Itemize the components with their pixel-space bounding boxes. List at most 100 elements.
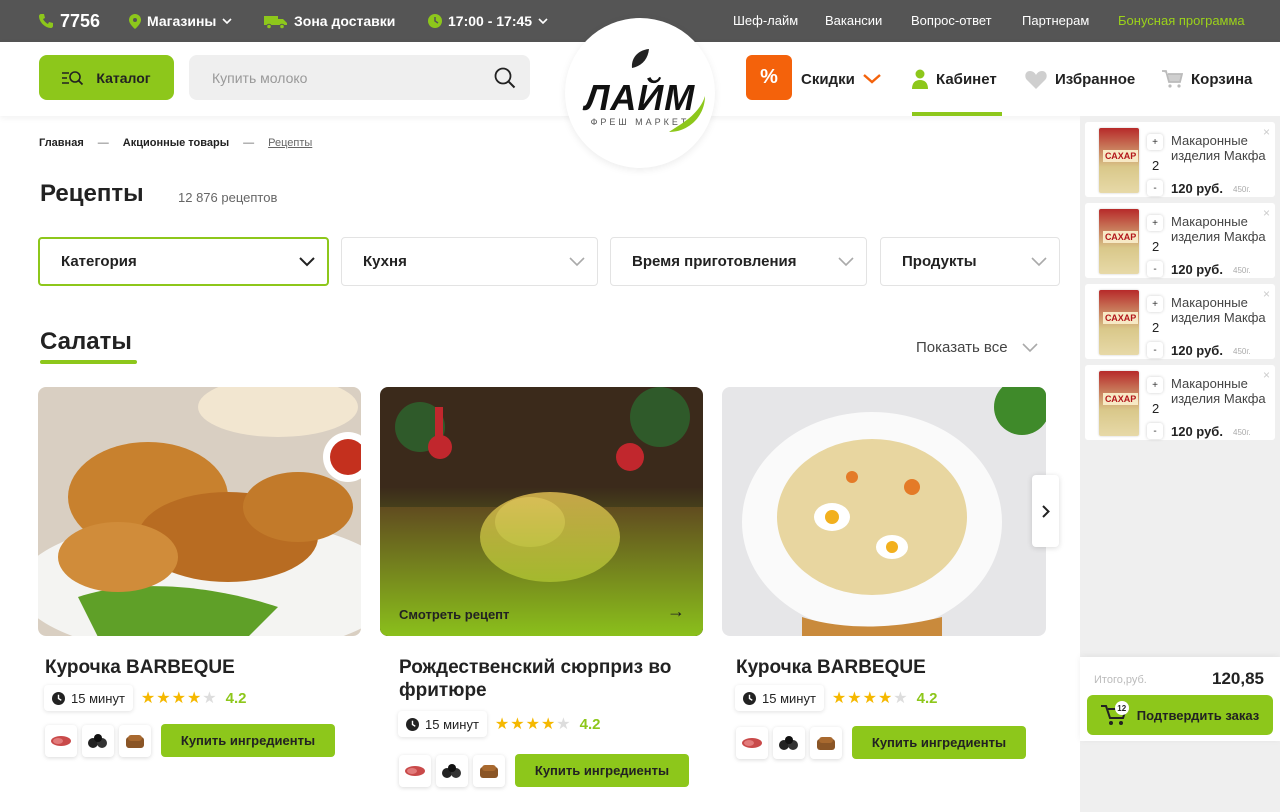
delivery-label: Зона доставки [294, 13, 396, 29]
vacancies-link[interactable]: Вакансии [825, 13, 882, 28]
bread-icon[interactable] [473, 754, 505, 787]
rating-value: 4.2 [579, 715, 601, 733]
item-price: 120 руб. [1171, 181, 1223, 196]
faq-link[interactable]: Вопрос-ответ [911, 13, 992, 28]
blackberries-icon[interactable] [82, 724, 114, 757]
sausage-icon[interactable] [45, 724, 77, 757]
recipe-title[interactable]: Рождественский сюрприз во фритюре [399, 656, 699, 702]
lime-leaf-icon [631, 49, 649, 68]
breadcrumb-current[interactable]: Рецепты [268, 137, 312, 149]
partners-link[interactable]: Партнерам [1022, 13, 1089, 28]
product-image: САХАР [1099, 128, 1139, 193]
clock-icon [428, 14, 442, 28]
decrease-qty-button[interactable]: - [1147, 180, 1163, 196]
rating-stars: ★★★★★ [140, 690, 218, 707]
search-icon[interactable] [494, 67, 516, 89]
cart-total-box: Итого,руб. 120,85 12 Подтвердить заказ [1080, 657, 1280, 741]
clock-icon [743, 691, 756, 705]
cook-time: 15 минут [425, 716, 479, 732]
remove-item-icon[interactable]: × [1263, 125, 1270, 139]
chevron-down-icon [222, 18, 232, 24]
blackberries-icon[interactable] [773, 726, 805, 759]
page-title: Рецепты [40, 180, 144, 207]
item-weight: 450г. [1233, 266, 1251, 275]
cabinet-active-indicator [912, 112, 1002, 116]
arrow-right-icon[interactable]: → [667, 601, 685, 622]
show-all-dropdown[interactable]: Показать все [916, 339, 1038, 356]
cabinet-label: Кабинет [936, 70, 997, 88]
filter-category-label: Категория [61, 253, 137, 270]
delivery-zone-link[interactable]: Зона доставки [264, 0, 395, 42]
rating-stars: ★★★★★ [494, 716, 572, 733]
remove-item-icon[interactable]: × [1263, 368, 1270, 382]
decrease-qty-button[interactable]: - [1147, 261, 1163, 277]
increase-qty-button[interactable]: + [1147, 134, 1163, 150]
confirm-order-button[interactable]: 12 Подтвердить заказ [1087, 695, 1273, 735]
item-quantity: 2 [1152, 239, 1160, 254]
recipe-image-chicken-soup[interactable] [722, 387, 1046, 636]
filter-cuisine[interactable]: Кухня [341, 237, 598, 286]
item-price: 120 руб. [1171, 343, 1223, 358]
bonus-program-link[interactable]: Бонусная программа [1118, 13, 1245, 28]
recipe-title[interactable]: Курочка BARBEQUE [45, 656, 345, 679]
increase-qty-button[interactable]: + [1147, 377, 1163, 393]
site-logo[interactable]: ЛАЙМ ФРЕШ МАРКЕТ [565, 18, 715, 168]
remove-item-icon[interactable]: × [1263, 287, 1270, 301]
chevron-down-icon [1031, 256, 1047, 266]
decrease-qty-button[interactable]: - [1147, 423, 1163, 439]
buy-ingredients-button[interactable]: Купить ингредиенты [515, 754, 689, 787]
decrease-qty-button[interactable]: - [1147, 342, 1163, 358]
cart-item: САХАР + 2 - Макаронные изделия Макфа 120… [1085, 365, 1275, 440]
sausage-icon[interactable] [736, 726, 768, 759]
filter-products[interactable]: Продукты [880, 237, 1060, 286]
cook-time: 15 минут [71, 690, 125, 706]
sausage-icon[interactable] [399, 754, 431, 787]
favorites-link[interactable]: Избранное [1025, 42, 1135, 116]
search-input[interactable] [212, 69, 494, 86]
total-label: Итого,руб. [1094, 674, 1147, 686]
ingredients-row: Купить ингредиенты [399, 754, 689, 787]
filter-cook-time-label: Время приготовления [632, 253, 797, 270]
buy-ingredients-button[interactable]: Купить ингредиенты [852, 726, 1026, 759]
chef-lime-link[interactable]: Шеф-лайм [733, 13, 798, 28]
rating-stars: ★★★★★ [831, 690, 909, 707]
cart-item: САХАР + 2 - Макаронные изделия Макфа 120… [1085, 284, 1275, 359]
chevron-down-icon [538, 18, 548, 24]
chevron-down-icon [863, 74, 881, 84]
product-pack-label: САХАР [1103, 393, 1139, 405]
discounts-dropdown[interactable]: Скидки [801, 42, 881, 116]
remove-item-icon[interactable]: × [1263, 206, 1270, 220]
cart-link[interactable]: Корзина [1162, 42, 1252, 116]
catalog-search-icon [62, 70, 84, 85]
bread-icon[interactable] [119, 724, 151, 757]
recipe-image-christmas-chicken[interactable]: Смотреть рецепт → [380, 387, 703, 636]
recipe-title[interactable]: Курочка BARBEQUE [736, 656, 1036, 679]
filter-cook-time[interactable]: Время приготовления [610, 237, 867, 286]
cart-icon [1162, 70, 1183, 88]
discount-icon[interactable]: % [746, 55, 792, 100]
item-price: 120 руб. [1171, 424, 1223, 439]
blackberries-icon[interactable] [436, 754, 468, 787]
catalog-button[interactable]: Каталог [39, 55, 174, 100]
buy-ingredients-button[interactable]: Купить ингредиенты [161, 724, 335, 757]
filter-cuisine-label: Кухня [363, 253, 407, 270]
ingredients-row: Купить ингредиенты [736, 726, 1026, 759]
carousel-next-button[interactable] [1032, 475, 1059, 547]
cabinet-link[interactable]: Кабинет [912, 42, 997, 116]
breadcrumb-promo[interactable]: Акционные товары [123, 137, 229, 149]
recipe-count: 12 876 рецептов [178, 190, 278, 205]
breadcrumb-home[interactable]: Главная [39, 137, 84, 149]
cart-item: САХАР + 2 - Макаронные изделия Макфа 120… [1085, 122, 1275, 197]
bread-icon[interactable] [810, 726, 842, 759]
phone-link[interactable]: 7756 [38, 0, 100, 42]
recipe-image-fried-chicken[interactable] [38, 387, 361, 636]
see-recipe-link[interactable]: Смотреть рецепт [399, 607, 509, 622]
delivery-time-dropdown[interactable]: 17:00 - 17:45 [428, 0, 548, 42]
filter-category[interactable]: Категория [38, 237, 329, 286]
stores-dropdown[interactable]: Магазины [129, 0, 232, 42]
increase-qty-button[interactable]: + [1147, 296, 1163, 312]
chevron-right-icon [1041, 504, 1050, 518]
product-image: САХАР [1099, 209, 1139, 274]
item-quantity: 2 [1152, 158, 1160, 173]
increase-qty-button[interactable]: + [1147, 215, 1163, 231]
